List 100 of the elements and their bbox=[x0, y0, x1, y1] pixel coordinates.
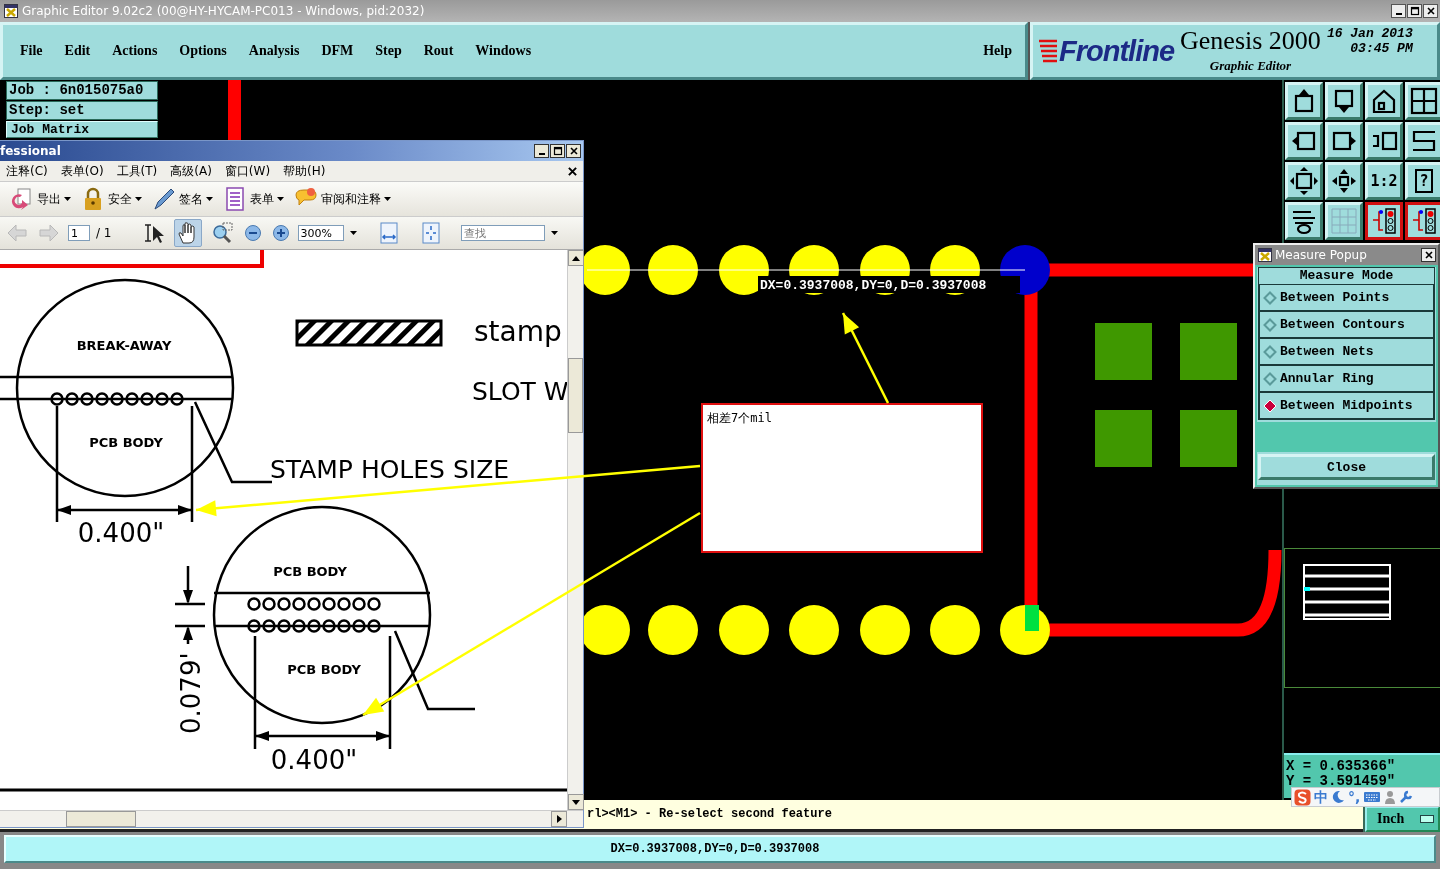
menu-item[interactable]: Options bbox=[179, 43, 227, 59]
drawing-label: 0.400" bbox=[77, 518, 165, 548]
pen-icon bbox=[152, 187, 176, 211]
brand-logo: Frontline bbox=[1059, 34, 1175, 68]
toolbar-menu-button[interactable]: 安全 bbox=[81, 187, 142, 211]
form-icon bbox=[223, 187, 247, 211]
toolbar-button[interactable]: ? bbox=[1405, 162, 1440, 200]
pad bbox=[1180, 410, 1237, 467]
caret-icon bbox=[384, 197, 391, 201]
menu-item[interactable]: Step bbox=[375, 43, 402, 59]
drawing-label: 0.079' bbox=[176, 652, 206, 734]
menu-item[interactable]: Rout bbox=[423, 43, 454, 59]
search-field[interactable]: 查找 bbox=[460, 225, 545, 241]
minimize-icon bbox=[538, 153, 545, 155]
scroll-up-button[interactable] bbox=[568, 250, 584, 266]
pad bbox=[789, 605, 839, 655]
window-title: fessional bbox=[0, 144, 62, 158]
up-arrow-icon bbox=[572, 255, 580, 261]
mode-option[interactable]: Between Midpoints bbox=[1258, 393, 1435, 420]
note-text: 相差7个mil bbox=[707, 411, 772, 425]
menu-item[interactable]: File bbox=[20, 43, 43, 59]
units-button[interactable]: Inch bbox=[1365, 806, 1440, 832]
back-arrow-icon bbox=[6, 223, 28, 243]
date-text: 16 Jan 2013 bbox=[1326, 26, 1413, 41]
toolbar-menu-button[interactable]: 表单 bbox=[223, 187, 284, 211]
status-message: DX=0.3937008,DY=0,D=0.3937008 bbox=[610, 842, 820, 856]
minimize-button[interactable] bbox=[1391, 4, 1406, 18]
menu-item[interactable]: Edit bbox=[64, 43, 91, 59]
page-count: / 1 bbox=[96, 226, 112, 240]
maximize-button[interactable] bbox=[1407, 4, 1422, 18]
mode-option[interactable]: Between Nets bbox=[1258, 339, 1435, 366]
pad bbox=[648, 605, 698, 655]
job-label: Job : 6n015075a0 bbox=[6, 81, 158, 100]
time-text: 03:45 PM bbox=[1350, 41, 1413, 56]
app-icon bbox=[1258, 248, 1272, 262]
close-button[interactable] bbox=[566, 144, 581, 158]
y-coordinate: Y = 3.591459" bbox=[1286, 774, 1397, 789]
menu-item[interactable]: Analysis bbox=[248, 43, 300, 59]
menu-item[interactable]: Actions bbox=[112, 43, 158, 59]
toolbar-button[interactable] bbox=[1365, 202, 1403, 240]
menu-item[interactable]: 高级(A) bbox=[170, 162, 212, 180]
caret-icon bbox=[206, 197, 213, 201]
expand-icon bbox=[1289, 166, 1319, 196]
page-field[interactable]: 1 bbox=[68, 225, 90, 241]
scrollbar-thumb[interactable] bbox=[568, 358, 583, 433]
menu-item[interactable]: DFM bbox=[321, 43, 354, 59]
maximize-button[interactable] bbox=[550, 144, 565, 158]
drawing-label: PCB BODY bbox=[89, 435, 163, 450]
app-icon bbox=[4, 4, 18, 18]
step-label: Step: set bbox=[6, 101, 158, 120]
horizontal-scrollbar[interactable] bbox=[0, 810, 583, 827]
pad bbox=[1180, 323, 1237, 380]
scrollbar-thumb[interactable] bbox=[66, 811, 136, 827]
grid-window-icon bbox=[1409, 86, 1439, 116]
close-button[interactable] bbox=[1423, 4, 1438, 18]
right-arrow-icon bbox=[556, 815, 562, 823]
mode-option[interactable]: Between Contours bbox=[1258, 312, 1435, 339]
close-icon bbox=[1425, 6, 1436, 16]
close-icon bbox=[568, 146, 579, 156]
menu-item[interactable]: 帮助(H) bbox=[283, 162, 326, 180]
toolbar-menu-button[interactable]: 导出 bbox=[10, 187, 71, 211]
drawing-label: STAMP HOLES SIZE bbox=[270, 455, 510, 484]
scroll-right-button[interactable] bbox=[551, 811, 567, 827]
down-arrow-icon bbox=[572, 799, 580, 805]
job-matrix-button[interactable]: Job Matrix bbox=[6, 121, 158, 138]
caret-icon bbox=[135, 197, 142, 201]
close-button[interactable] bbox=[1421, 248, 1436, 262]
menu-item[interactable]: 表单(O) bbox=[60, 162, 104, 180]
zoom-in-icon bbox=[271, 224, 290, 242]
drawing-label: BREAK-AWAY bbox=[76, 338, 172, 353]
mode-option[interactable]: Between Points bbox=[1258, 285, 1435, 312]
drawing-label: 0.400" bbox=[270, 745, 358, 775]
pad bbox=[719, 605, 769, 655]
vertical-scrollbar[interactable] bbox=[567, 250, 583, 810]
caret-icon bbox=[550, 231, 558, 235]
close-icon bbox=[568, 166, 577, 176]
close-button[interactable] bbox=[568, 166, 577, 176]
maximize-icon bbox=[1409, 6, 1420, 16]
help-menu[interactable]: Help bbox=[983, 43, 1012, 59]
popup-title: Measure Popup bbox=[1275, 248, 1368, 262]
minimize-button[interactable] bbox=[534, 144, 549, 158]
menu-item[interactable]: 窗口(W) bbox=[224, 162, 271, 180]
caret-icon bbox=[349, 231, 357, 235]
menu-item[interactable]: 工具(T) bbox=[116, 162, 158, 180]
pad bbox=[930, 605, 980, 655]
toolbar-button[interactable]: 1:2 bbox=[1365, 162, 1403, 200]
zoom-field[interactable]: 300% bbox=[297, 225, 344, 241]
toolbar-menu-button[interactable]: 审阅和注释 bbox=[294, 187, 391, 211]
caret-icon bbox=[277, 197, 284, 201]
caret-icon bbox=[64, 197, 71, 201]
close-button[interactable]: Close bbox=[1258, 454, 1435, 480]
toolbar-button[interactable] bbox=[1405, 202, 1440, 240]
forward-arrow-icon bbox=[38, 223, 60, 243]
menu-item[interactable]: Windows bbox=[475, 43, 532, 59]
pad bbox=[1095, 410, 1152, 467]
tool-button[interactable] bbox=[173, 219, 202, 247]
mode-option[interactable]: Annular Ring bbox=[1258, 366, 1435, 393]
scroll-down-button[interactable] bbox=[568, 794, 584, 810]
menu-item[interactable]: 注释(C) bbox=[6, 162, 48, 180]
toolbar-menu-button[interactable]: 签名 bbox=[152, 187, 213, 211]
